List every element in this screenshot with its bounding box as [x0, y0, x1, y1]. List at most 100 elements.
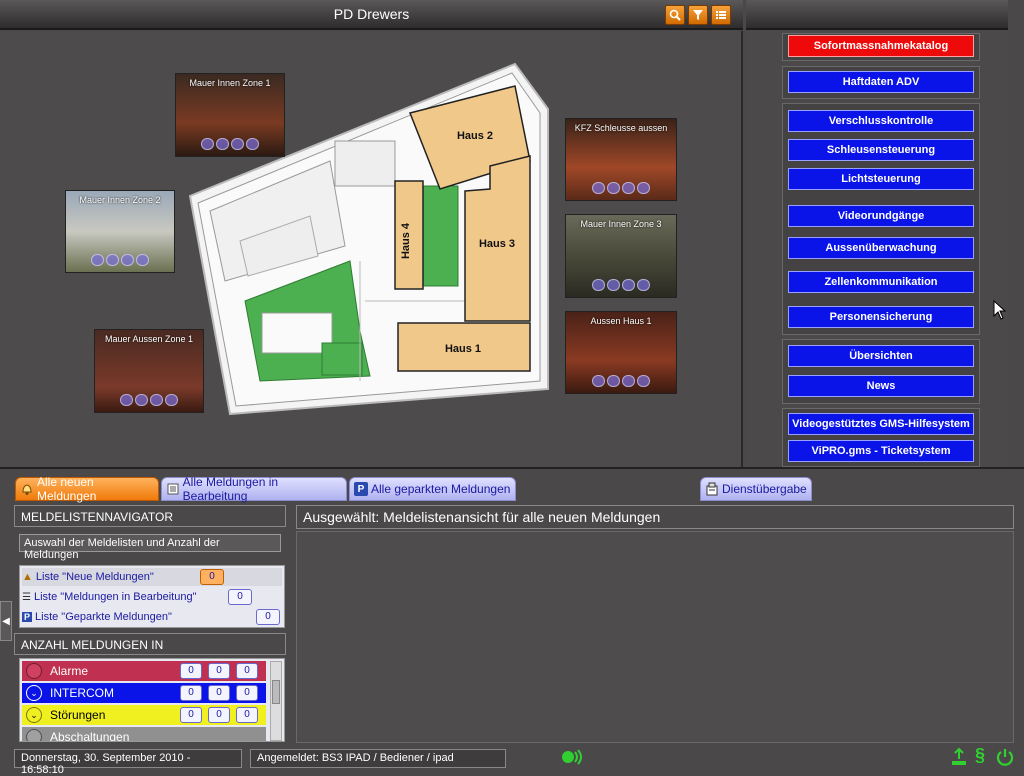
category-row-alarme[interactable]: Alarme 0 0 0 — [22, 661, 266, 681]
intercom-speaker-icon[interactable] — [560, 747, 586, 772]
count-value: 0 — [236, 685, 258, 701]
tab-dienstuebergabe[interactable]: Dienstübergabe — [700, 477, 812, 501]
camera-title: Mauer Innen Zone 1 — [189, 78, 271, 88]
side-titlebar — [746, 0, 1008, 30]
tab-geparkte-meldungen[interactable]: P Alle geparkten Meldungen — [349, 477, 516, 501]
handover-icon — [705, 482, 719, 496]
camera-tile[interactable]: Mauer Innen Zone 1 — [175, 73, 285, 157]
list-icon — [166, 482, 180, 496]
camera-title: Mauer Innen Zone 2 — [79, 195, 161, 205]
navigator-title: MELDELISTENNAVIGATOR — [14, 505, 286, 527]
site-map: Haus 2 Haus 3 Haus 4 Haus 1 Mauer Innen … — [0, 31, 743, 467]
aussenueberwachung-button[interactable]: Aussenüberwachung — [788, 237, 974, 259]
count-value: 0 — [236, 707, 258, 723]
tab-label: Dienstübergabe — [722, 482, 807, 496]
uebersichten-button[interactable]: Übersichten — [788, 345, 974, 367]
schleusensteuerung-button[interactable]: Schleusensteuerung — [788, 139, 974, 161]
tab-alle-neuen-meldungen[interactable]: Alle neuen Meldungen — [15, 475, 159, 503]
category-label: Störungen — [50, 708, 106, 722]
camera-title: KFZ Schleusse aussen — [574, 123, 668, 133]
building-label-haus-2: Haus 2 — [457, 130, 493, 142]
bell-icon: ▲ — [22, 571, 33, 583]
list-item-geparkte-meldungen[interactable]: P Liste "Geparkte Meldungen" 0 — [22, 608, 282, 626]
building-label-haus-4: Haus 4 — [400, 222, 412, 259]
status-user: Angemeldet: BS3 IPAD / Bediener / ipad — [250, 749, 506, 768]
app-title: PD Drewers — [333, 6, 410, 22]
haftdaten-adv-button[interactable]: Haftdaten ADV — [788, 71, 974, 93]
category-row-intercom[interactable]: ⌄ INTERCOM 0 0 0 — [22, 683, 266, 703]
list-icon: ☰ — [22, 591, 31, 603]
camera-tile[interactable]: Mauer Aussen Zone 1 — [94, 329, 204, 413]
scrollbar[interactable] — [270, 661, 282, 741]
list-item-label: Liste "Geparkte Meldungen" — [35, 611, 172, 623]
ticketsystem-button[interactable]: ViPRO.gms - Ticketsystem — [788, 440, 974, 462]
meldelisten-navigator: MELDELISTENNAVIGATOR Auswahl der Meldeli… — [14, 505, 286, 742]
network-icon[interactable] — [950, 747, 968, 772]
mouse-cursor-icon — [993, 300, 1007, 320]
chevron-down-icon — [26, 729, 42, 741]
category-label: Abschaltungen — [50, 730, 130, 742]
zellenkommunikation-button[interactable]: Zellenkommunikation — [788, 271, 974, 293]
chevron-down-icon: ⌄ — [26, 685, 42, 701]
count-value: 0 — [180, 685, 202, 701]
count-value: 0 — [236, 663, 258, 679]
main-titlebar: PD Drewers — [0, 0, 743, 30]
lichtsteuerung-button[interactable]: Lichtsteuerung — [788, 168, 974, 190]
building-label-haus-3: Haus 3 — [479, 238, 515, 250]
status-datetime: Donnerstag, 30. September 2010 - 16:58:1… — [14, 749, 242, 776]
power-icon[interactable] — [995, 747, 1015, 772]
tab-label: Alle geparkten Meldungen — [371, 482, 511, 496]
camera-title: Mauer Innen Zone 3 — [580, 219, 662, 229]
camera-tile[interactable]: KFZ Schleusse aussen — [565, 118, 677, 201]
tab-meldungen-in-bearbeitung[interactable]: Alle Meldungen in Bearbeitung — [161, 475, 347, 503]
action-panel: Sofortmassnahmekatalog Haftdaten ADV Ver… — [746, 31, 1008, 467]
list-item-neue-meldungen[interactable]: ▲ Liste "Neue Meldungen" 0 — [22, 568, 282, 586]
camera-title: Aussen Haus 1 — [590, 316, 652, 326]
search-icon[interactable] — [665, 5, 685, 25]
category-counts: Alarme 0 0 0 ⌄ INTERCOM 0 0 0 ⌄ Störunge… — [19, 658, 285, 742]
selected-list-header: Ausgewählt: Meldelistenansicht für alle … — [296, 505, 1014, 529]
category-label: INTERCOM — [50, 686, 114, 700]
bell-icon — [20, 482, 34, 496]
videorundgaenge-button[interactable]: Videorundgänge — [788, 205, 974, 227]
navigator-subtitle: Auswahl der Meldelisten und Anzahl der M… — [19, 534, 281, 561]
message-area: Alle neuen Meldungen Alle Meldungen in B… — [0, 467, 1024, 776]
meldelisten-list: ▲ Liste "Neue Meldungen" 0 ☰ Liste "Meld… — [19, 565, 285, 628]
count-value: 0 — [208, 663, 230, 679]
sofortmassnahmekatalog-button[interactable]: Sofortmassnahmekatalog — [788, 35, 974, 57]
filter-icon[interactable] — [688, 5, 708, 25]
news-button[interactable]: News — [788, 375, 974, 397]
category-row-abschaltungen[interactable]: Abschaltungen — [22, 727, 266, 742]
list-item-label: Liste "Meldungen in Bearbeitung" — [33, 591, 197, 603]
list-item-in-bearbeitung[interactable]: ☰ Liste "Meldungen in Bearbeitung" 0 — [22, 588, 282, 606]
count-in-bearbeitung: 0 — [228, 589, 252, 605]
count-neue-meldungen: 0 — [200, 569, 224, 585]
paragraph-icon[interactable]: § — [975, 745, 985, 766]
verschlusskontrolle-button[interactable]: Verschlusskontrolle — [788, 110, 974, 132]
building-label-haus-1: Haus 1 — [445, 343, 481, 355]
count-value: 0 — [208, 685, 230, 701]
list-item-label: Liste "Neue Meldungen" — [35, 571, 154, 583]
gms-hilfesystem-button[interactable]: Videogestütztes GMS-Hilfesystem — [788, 413, 974, 435]
camera-title: Mauer Aussen Zone 1 — [104, 334, 194, 344]
parking-icon: P — [22, 612, 33, 622]
count-value: 0 — [208, 707, 230, 723]
parking-icon: P — [354, 482, 368, 496]
anzahl-title: ANZAHL MELDUNGEN IN — [14, 633, 286, 655]
category-row-stoerungen[interactable]: ⌄ Störungen 0 0 0 — [22, 705, 266, 725]
alarm-icon — [26, 663, 42, 679]
message-list-view[interactable] — [296, 531, 1014, 743]
list-icon[interactable] — [711, 5, 731, 25]
chevron-down-icon: ⌄ — [26, 707, 42, 723]
category-label: Alarme — [50, 664, 89, 678]
count-value: 0 — [180, 663, 202, 679]
camera-tile[interactable]: Aussen Haus 1 — [565, 311, 677, 394]
camera-tile[interactable]: Mauer Innen Zone 3 — [565, 214, 677, 298]
count-geparkte-meldungen: 0 — [256, 609, 280, 625]
count-value: 0 — [180, 707, 202, 723]
tab-label: Alle neuen Meldungen — [37, 475, 97, 503]
personensicherung-button[interactable]: Personensicherung — [788, 306, 974, 328]
collapse-arrow-icon[interactable]: ◀ — [0, 601, 12, 641]
tab-label: Alle Meldungen in Bearbeitung — [182, 475, 279, 503]
camera-tile[interactable]: Mauer Innen Zone 2 — [65, 190, 175, 273]
